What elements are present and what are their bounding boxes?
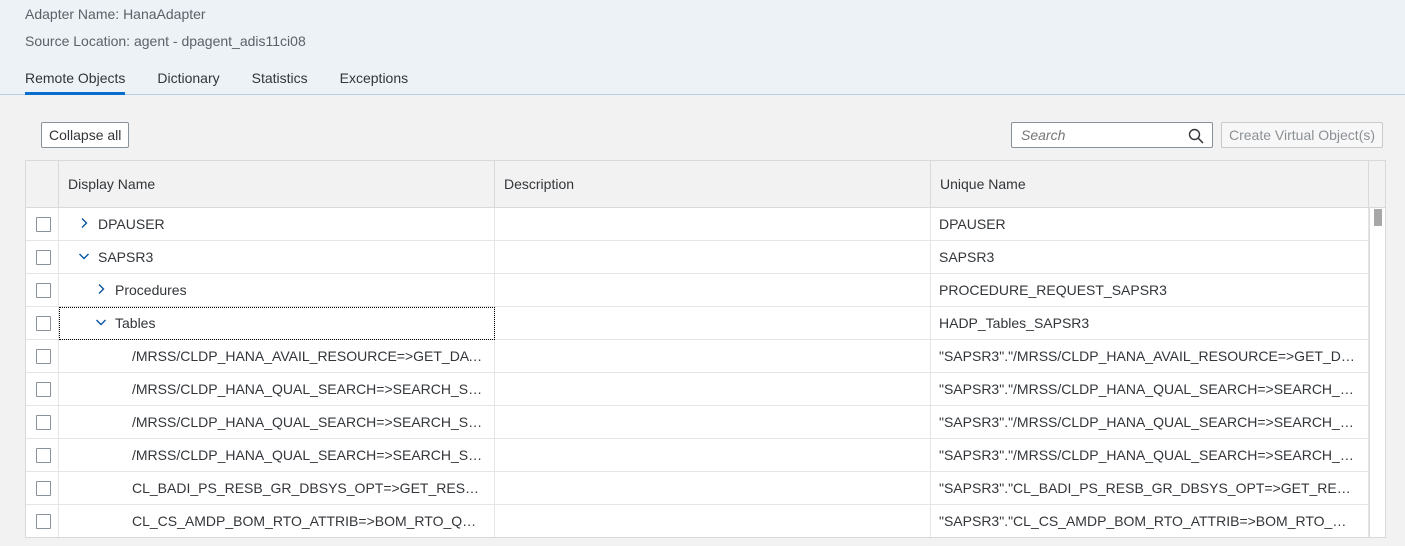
- display-name-cell: Procedures: [59, 274, 495, 307]
- description-cell: [495, 472, 931, 505]
- chevron-down-icon[interactable]: [95, 316, 107, 328]
- description-cell: [495, 241, 931, 274]
- row-select-cell: [26, 241, 59, 274]
- row-checkbox[interactable]: [36, 514, 51, 529]
- table-row[interactable]: DPAUSER DPAUSER: [26, 208, 1369, 241]
- display-name-cell: SAPSR3: [59, 241, 495, 274]
- chevron-down-icon[interactable]: [78, 250, 90, 262]
- unique-name-cell: SAPSR3: [931, 241, 1369, 274]
- display-name-cell: Tables: [59, 307, 495, 340]
- object-header: Adapter Name: HanaAdapter Source Locatio…: [0, 0, 1405, 95]
- row-select-cell: [26, 472, 59, 505]
- display-name-text: Procedures: [115, 282, 187, 298]
- row-select-cell: [26, 406, 59, 439]
- display-name-cell: CL_BADI_PS_RESB_GR_DBSYS_OPT=>GET_RESB_…: [59, 472, 495, 505]
- source-location-value: agent - dpagent_adis11ci08: [133, 33, 306, 49]
- display-name-cell: DPAUSER: [59, 208, 495, 241]
- table-row[interactable]: /MRSS/CLDP_HANA_QUAL_SEARCH=>SEARCH_SKIL…: [26, 406, 1369, 439]
- row-checkbox[interactable]: [36, 415, 51, 430]
- row-checkbox[interactable]: [36, 250, 51, 265]
- table-row[interactable]: CL_CS_AMDP_BOM_RTO_ATTRIB=>BOM_RTO_QUA… …: [26, 505, 1369, 537]
- table-row[interactable]: Tables HADP_Tables_SAPSR3: [26, 307, 1369, 340]
- unique-name-cell: "SAPSR3"."/MRSS/CLDP_HANA_QUAL_SEARCH=>S…: [931, 406, 1369, 439]
- display-name-cell: CL_CS_AMDP_BOM_RTO_ATTRIB=>BOM_RTO_QUA…: [59, 505, 495, 537]
- row-select-cell: [26, 505, 59, 537]
- unique-name-cell: "SAPSR3"."CL_CS_AMDP_BOM_RTO_ATTRIB=>BOM…: [931, 505, 1369, 537]
- unique-name-cell: PROCEDURE_REQUEST_SAPSR3: [931, 274, 1369, 307]
- unique-name-cell: DPAUSER: [931, 208, 1369, 241]
- description-cell: [495, 340, 931, 373]
- description-cell: [495, 505, 931, 537]
- display-name-cell: /MRSS/CLDP_HANA_AVAIL_RESOURCE=>GET_DATA…: [59, 340, 495, 373]
- table-row[interactable]: /MRSS/CLDP_HANA_AVAIL_RESOURCE=>GET_DATA…: [26, 340, 1369, 373]
- search-field[interactable]: [1011, 122, 1213, 148]
- unique-name-cell: "SAPSR3"."/MRSS/CLDP_HANA_QUAL_SEARCH=>S…: [931, 439, 1369, 472]
- vertical-scrollbar[interactable]: [1369, 208, 1385, 537]
- unique-name-cell: "SAPSR3"."/MRSS/CLDP_HANA_QUAL_SEARCH=>S…: [931, 373, 1369, 406]
- tab-statistics[interactable]: Statistics: [252, 68, 308, 94]
- column-header-description[interactable]: Description: [495, 161, 931, 208]
- table-row[interactable]: CL_BADI_PS_RESB_GR_DBSYS_OPT=>GET_RESB_……: [26, 472, 1369, 505]
- row-select-cell: [26, 208, 59, 241]
- description-cell: [495, 373, 931, 406]
- row-select-cell: [26, 307, 59, 340]
- column-header-display-name[interactable]: Display Name: [59, 161, 495, 208]
- table-header: Display Name Description Unique Name: [26, 161, 1385, 208]
- display-name-cell: /MRSS/CLDP_HANA_QUAL_SEARCH=>SEARCH_SKIL…: [59, 439, 495, 472]
- description-cell: [495, 307, 931, 340]
- unique-name-cell: "SAPSR3"."CL_BADI_PS_RESB_GR_DBSYS_OPT=>…: [931, 472, 1369, 505]
- adapter-name-value: HanaAdapter: [123, 6, 206, 22]
- column-header-unique-name[interactable]: Unique Name: [931, 161, 1369, 208]
- table-row[interactable]: SAPSR3 SAPSR3: [26, 241, 1369, 274]
- display-name-cell: /MRSS/CLDP_HANA_QUAL_SEARCH=>SEARCH_SKIL…: [59, 373, 495, 406]
- row-select-cell: [26, 373, 59, 406]
- row-checkbox[interactable]: [36, 349, 51, 364]
- unique-name-cell: "SAPSR3"."/MRSS/CLDP_HANA_AVAIL_RESOURCE…: [931, 340, 1369, 373]
- adapter-name-label: Adapter Name:: [25, 6, 120, 22]
- display-name-cell: /MRSS/CLDP_HANA_QUAL_SEARCH=>SEARCH_SKIL…: [59, 406, 495, 439]
- chevron-right-icon[interactable]: [78, 217, 90, 229]
- search-icon[interactable]: [1188, 128, 1204, 144]
- display-name-text: Tables: [115, 315, 156, 331]
- description-cell: [495, 439, 931, 472]
- source-location-line: Source Location: agent - dpagent_adis11c…: [25, 33, 306, 49]
- remote-objects-table: Display Name Description Unique Name DPA…: [25, 160, 1386, 538]
- table-body: DPAUSER DPAUSER SAPSR3 SAPSR3 Procedures…: [26, 208, 1369, 537]
- row-checkbox[interactable]: [36, 481, 51, 496]
- display-name-text: SAPSR3: [98, 249, 154, 265]
- row-checkbox[interactable]: [36, 283, 51, 298]
- collapse-all-button[interactable]: Collapse all: [41, 122, 130, 148]
- row-select-cell: [26, 439, 59, 472]
- description-cell: [495, 406, 931, 439]
- unique-name-cell: HADP_Tables_SAPSR3: [931, 307, 1369, 340]
- row-checkbox[interactable]: [36, 217, 51, 232]
- source-location-label: Source Location:: [25, 33, 131, 49]
- search-input[interactable]: [1012, 123, 1182, 147]
- chevron-right-icon[interactable]: [95, 283, 107, 295]
- description-cell: [495, 274, 931, 307]
- row-checkbox[interactable]: [36, 316, 51, 331]
- row-select-cell: [26, 340, 59, 373]
- row-select-cell: [26, 274, 59, 307]
- adapter-name-line: Adapter Name: HanaAdapter: [25, 6, 206, 22]
- display-name-text: DPAUSER: [98, 216, 165, 232]
- tab-dictionary[interactable]: Dictionary: [157, 68, 219, 94]
- row-checkbox[interactable]: [36, 382, 51, 397]
- select-column-header[interactable]: [26, 161, 59, 208]
- row-checkbox[interactable]: [36, 448, 51, 463]
- create-virtual-objects-button[interactable]: Create Virtual Object(s): [1221, 122, 1384, 148]
- tab-exceptions[interactable]: Exceptions: [340, 68, 408, 94]
- description-cell: [495, 208, 931, 241]
- table-row[interactable]: /MRSS/CLDP_HANA_QUAL_SEARCH=>SEARCH_SKIL…: [26, 439, 1369, 472]
- scrollbar-thumb[interactable]: [1374, 209, 1382, 226]
- table-row[interactable]: /MRSS/CLDP_HANA_QUAL_SEARCH=>SEARCH_SKIL…: [26, 373, 1369, 406]
- tab-remote-objects[interactable]: Remote Objects: [25, 68, 126, 95]
- tab-bar: Remote Objects Dictionary Statistics Exc…: [25, 68, 440, 95]
- table-row[interactable]: Procedures PROCEDURE_REQUEST_SAPSR3: [26, 274, 1369, 307]
